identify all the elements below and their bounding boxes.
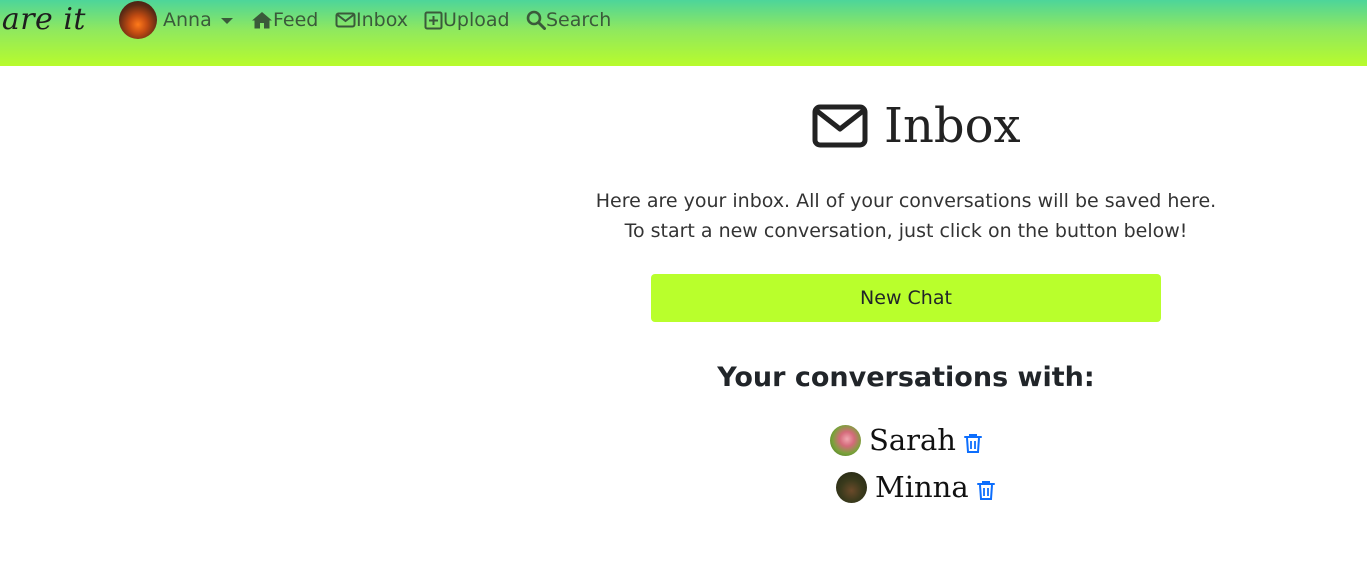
search-icon <box>526 10 546 30</box>
nav-link-search-label: Search <box>546 9 612 31</box>
nav-link-upload[interactable]: Upload <box>424 6 510 34</box>
nav-link-upload-label: Upload <box>443 9 510 31</box>
plus-square-icon <box>424 11 443 29</box>
trash-icon[interactable] <box>964 433 982 454</box>
page-title-text: Inbox <box>884 98 1021 154</box>
conversation-name[interactable]: Minna <box>875 470 969 504</box>
nav-link-feed[interactable]: Feed <box>251 6 318 34</box>
intro-text: Here are your inbox. All of your convers… <box>560 186 1252 246</box>
conversations-heading: Your conversations with: <box>717 362 1095 393</box>
avatar <box>836 471 867 503</box>
conversation-item-sarah[interactable]: Sarah <box>830 420 982 460</box>
house-icon <box>252 12 272 29</box>
nav-link-inbox[interactable]: Inbox <box>335 6 408 34</box>
user-avatar <box>119 1 157 39</box>
envelope-icon <box>335 12 356 28</box>
top-navbar: hare it Anna Feed Inbox Upload Search <box>0 0 1367 66</box>
nav-link-inbox-label: Inbox <box>356 9 408 31</box>
nav-link-search[interactable]: Search <box>526 6 611 34</box>
trash-icon[interactable] <box>976 480 995 501</box>
conversation-item-minna[interactable]: Minna <box>836 467 995 507</box>
envelope-icon <box>812 104 868 148</box>
page-title: Inbox <box>812 96 1021 156</box>
brand-logo[interactable]: hare it <box>0 2 86 37</box>
avatar <box>830 424 861 456</box>
nav-link-feed-label: Feed <box>273 9 319 31</box>
new-chat-button[interactable]: New Chat <box>651 274 1161 322</box>
conversation-name[interactable]: Sarah <box>869 423 956 457</box>
user-menu-toggle[interactable]: Anna <box>119 1 233 39</box>
caret-down-icon <box>220 18 233 24</box>
intro-line-1: Here are your inbox. All of your convers… <box>595 190 1217 212</box>
user-name: Anna <box>163 9 212 31</box>
intro-line-2: To start a new conversation, just click … <box>624 220 1188 242</box>
